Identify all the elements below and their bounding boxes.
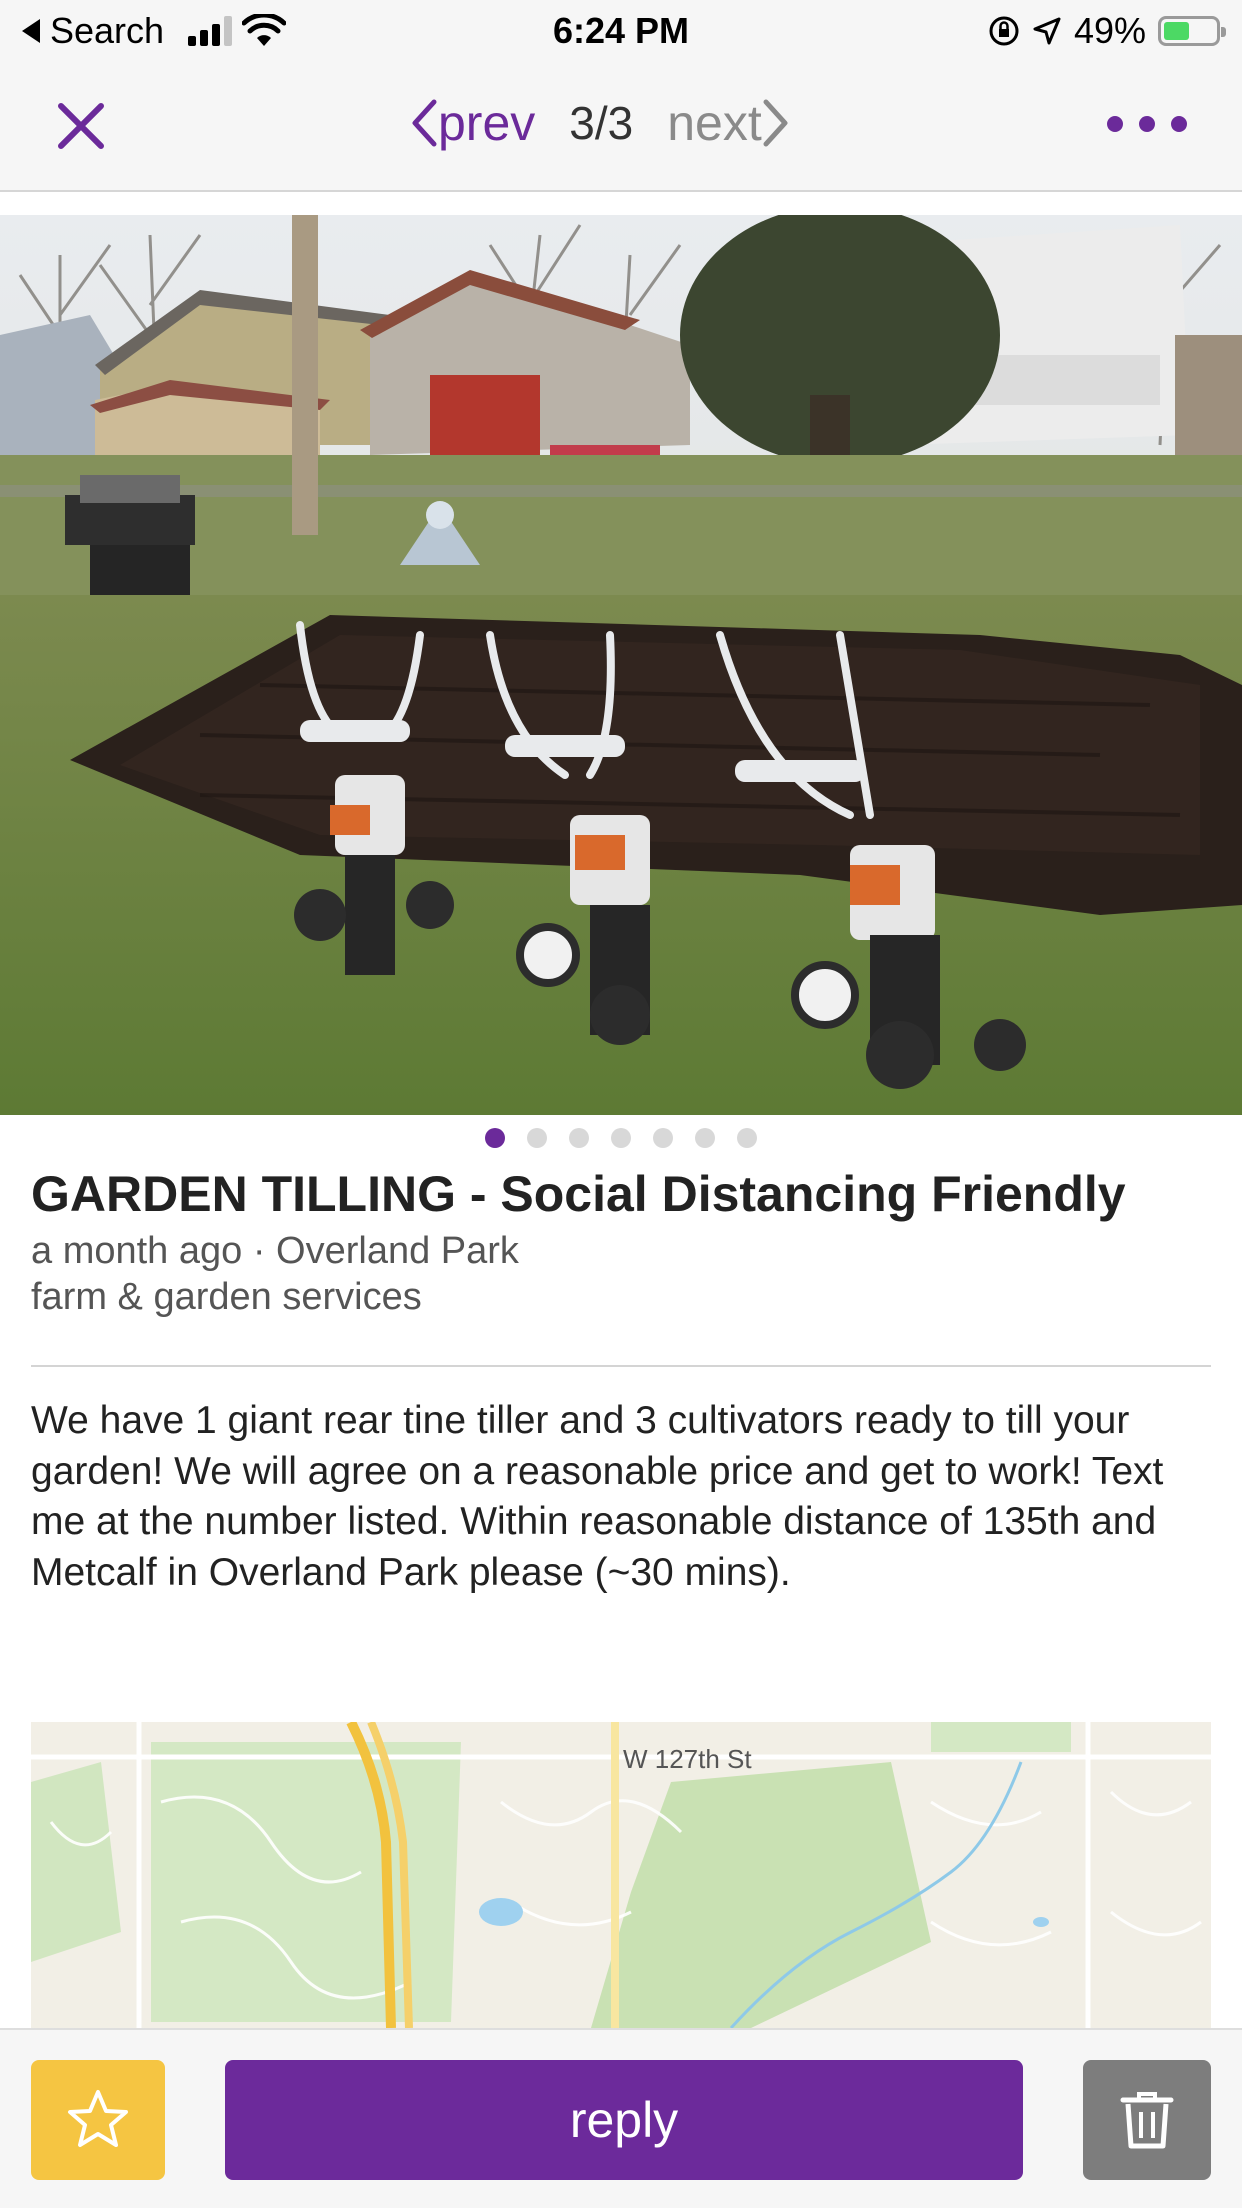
page-counter: 3/3	[569, 97, 634, 149]
prev-button[interactable]: prev	[410, 94, 535, 152]
favorite-button[interactable]	[31, 2060, 165, 2180]
trash-icon	[1120, 2092, 1174, 2149]
delete-button[interactable]	[1083, 2060, 1211, 2180]
divider	[31, 1365, 1211, 1367]
status-bar: Search 6:24 PM 49%	[0, 0, 1242, 62]
more-icon[interactable]	[1107, 116, 1187, 132]
gallery-dot[interactable]	[569, 1128, 589, 1148]
nav-bar: prev 3/3 next	[0, 62, 1242, 192]
location-map[interactable]: W 127th St	[31, 1722, 1211, 2028]
bottom-action-bar: reply	[0, 2028, 1242, 2208]
battery-percent: 49%	[1073, 10, 1146, 51]
star-icon	[68, 2090, 128, 2147]
chevron-right-icon	[763, 99, 788, 147]
gallery-dot[interactable]	[653, 1128, 673, 1148]
map-image	[31, 1722, 1211, 2028]
pager: prev 3/3 next	[410, 92, 790, 154]
gallery-pagination[interactable]	[0, 1128, 1242, 1148]
gallery-dot[interactable]	[737, 1128, 757, 1148]
gallery-dot[interactable]	[485, 1128, 505, 1148]
chevron-left-icon	[412, 99, 437, 147]
orientation-lock-icon	[989, 16, 1019, 46]
location-arrow-icon	[1033, 17, 1061, 45]
listing-photo-image	[0, 215, 1242, 1115]
listing-title: GARDEN TILLING - Social Distancing Frien…	[31, 1166, 1126, 1222]
next-button[interactable]: next	[667, 94, 790, 152]
battery-icon	[1158, 16, 1226, 46]
next-label[interactable]: next	[667, 94, 762, 152]
gallery-dot[interactable]	[611, 1128, 631, 1148]
status-right: 49%	[988, 10, 1226, 52]
listing-posted: a month ago · Overland Park	[31, 1230, 519, 1272]
listing-body: We have 1 giant rear tine tiller and 3 c…	[31, 1399, 1164, 1594]
gallery-dot[interactable]	[695, 1128, 715, 1148]
listing-category: farm & garden services	[31, 1276, 422, 1318]
gallery-dot[interactable]	[527, 1128, 547, 1148]
listing-photo[interactable]	[0, 215, 1242, 1115]
close-icon[interactable]	[55, 100, 107, 152]
reply-button[interactable]: reply	[225, 2060, 1023, 2180]
map-street-label: W 127th St	[623, 1744, 752, 1774]
prev-label[interactable]: prev	[438, 94, 535, 152]
